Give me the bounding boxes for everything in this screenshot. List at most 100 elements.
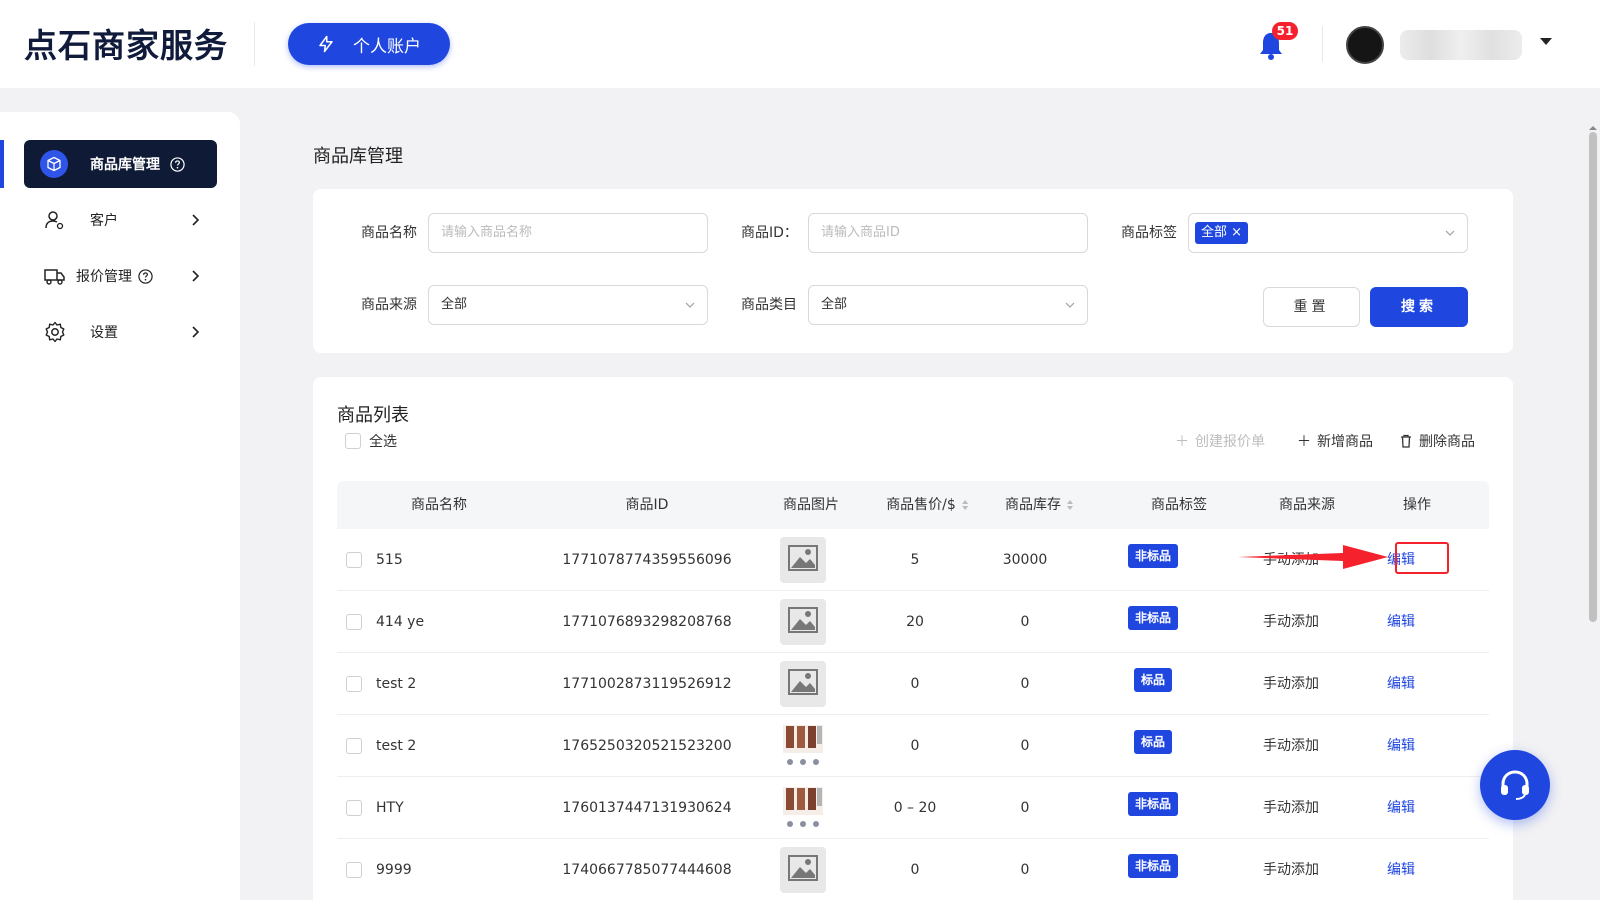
product-image[interactable] xyxy=(780,537,826,583)
chevron-down-icon[interactable] xyxy=(1540,38,1552,45)
product-photo xyxy=(780,725,826,773)
product-price: 0 – 20 xyxy=(893,800,937,816)
image-placeholder-icon xyxy=(788,855,818,885)
chevron-down-icon xyxy=(1065,302,1075,308)
page-title: 商品库管理 xyxy=(313,146,403,167)
top-header: 点石商家服务 个人账户 51 xyxy=(0,0,1600,88)
scroll-up-arrow[interactable] xyxy=(1589,126,1597,130)
select-all-checkbox[interactable] xyxy=(345,433,361,449)
product-category-value: 全部 xyxy=(821,297,848,312)
scrollbar-thumb[interactable] xyxy=(1589,132,1597,622)
sidebar-item-label: 设置 xyxy=(90,325,118,341)
logo[interactable]: 点石商家服务 xyxy=(24,24,228,68)
product-price: 5 xyxy=(910,552,920,568)
sidebar-item-product-library[interactable]: 商品库管理 xyxy=(24,140,217,188)
sidebar-item-settings[interactable]: 设置 xyxy=(24,312,217,352)
product-id-input[interactable]: 请输入商品ID xyxy=(808,213,1088,253)
edit-link[interactable]: 编辑 xyxy=(1387,653,1415,715)
reset-button[interactable]: 重置 xyxy=(1263,287,1360,327)
edit-link[interactable]: 编辑 xyxy=(1387,591,1415,653)
product-image[interactable] xyxy=(780,599,826,645)
row-checkbox[interactable] xyxy=(346,614,362,630)
chevron-right-icon xyxy=(192,270,199,282)
tag-all-chip[interactable]: 全部 × xyxy=(1195,222,1249,244)
gear-icon xyxy=(45,321,65,343)
user-name-blurred[interactable] xyxy=(1400,30,1522,60)
column-header-price[interactable]: 商品售价/$ xyxy=(886,481,968,529)
product-stock: 0 xyxy=(1020,676,1030,692)
sidebar-item-quotes[interactable]: 报价管理 xyxy=(24,256,217,296)
product-price: 0 xyxy=(910,862,920,878)
create-quote-label: 创建报价单 xyxy=(1195,434,1265,450)
product-tag-badge: 非标品 xyxy=(1127,544,1179,568)
table-row: test 2 1765250320521523200 0 0 标品 手动添加 编辑 xyxy=(337,715,1489,777)
product-name: test 2 xyxy=(376,676,417,692)
product-source: 手动添加 xyxy=(1263,800,1319,816)
chevron-down-icon xyxy=(1445,230,1455,236)
row-checkbox[interactable] xyxy=(346,552,362,568)
product-image[interactable] xyxy=(780,785,826,831)
product-name: 9999 xyxy=(376,862,412,878)
tag-all-label: 全部 xyxy=(1201,225,1228,240)
product-image[interactable] xyxy=(780,661,826,707)
column-header-stock[interactable]: 商品库存 xyxy=(1005,481,1073,529)
avatar[interactable] xyxy=(1346,26,1384,64)
box-icon xyxy=(40,150,68,178)
product-name: test 2 xyxy=(376,738,417,754)
product-photo xyxy=(780,787,826,835)
sort-icon[interactable] xyxy=(961,500,968,510)
product-image[interactable] xyxy=(780,847,826,893)
product-name-label: 商品名称 xyxy=(361,225,417,241)
product-source: 手动添加 xyxy=(1263,614,1319,630)
column-header-image: 商品图片 xyxy=(783,497,839,513)
edit-link[interactable]: 编辑 xyxy=(1387,839,1415,900)
header-divider xyxy=(254,22,255,66)
chevron-down-icon xyxy=(685,302,695,308)
product-id: 1771078774359556096 xyxy=(562,552,732,568)
product-stock: 30000 xyxy=(1002,552,1048,568)
sort-icon[interactable] xyxy=(1067,500,1073,510)
product-tag-badge: 标品 xyxy=(1133,668,1173,692)
row-checkbox[interactable] xyxy=(346,862,362,878)
column-header-tag: 商品标签 xyxy=(1151,497,1207,513)
create-quote-button[interactable]: ＋ 创建报价单 xyxy=(1175,431,1265,451)
sidebar-item-label: 报价管理 xyxy=(76,269,132,285)
product-image[interactable] xyxy=(780,723,826,769)
product-tag-select[interactable]: 全部 × xyxy=(1188,213,1468,253)
product-name: 515 xyxy=(376,552,403,568)
user-icon xyxy=(45,211,64,230)
image-placeholder-icon xyxy=(788,545,818,575)
delete-product-label: 删除商品 xyxy=(1419,434,1475,450)
column-header-action: 操作 xyxy=(1403,497,1431,513)
product-stock: 0 xyxy=(1020,738,1030,754)
row-checkbox[interactable] xyxy=(346,738,362,754)
product-id: 1760137447131930624 xyxy=(562,800,732,816)
product-category-select[interactable]: 全部 xyxy=(808,285,1088,325)
product-name-input[interactable]: 请输入商品名称 xyxy=(428,213,708,253)
delete-product-button[interactable]: 删除商品 xyxy=(1399,431,1475,451)
sidebar-item-customers[interactable]: 客户 xyxy=(24,200,217,240)
add-product-button[interactable]: ＋ 新增商品 xyxy=(1297,431,1373,451)
table-row: HTY 1760137447131930624 0 – 20 0 非标品 手动添加 编辑 xyxy=(337,777,1489,839)
product-name: HTY xyxy=(376,800,404,816)
customer-support-button[interactable] xyxy=(1480,750,1550,820)
help-icon[interactable] xyxy=(170,156,185,172)
product-id-label: 商品ID： xyxy=(741,225,798,241)
edit-link[interactable]: 编辑 xyxy=(1387,777,1415,839)
row-checkbox[interactable] xyxy=(346,800,362,816)
select-all[interactable]: 全选 xyxy=(345,431,397,451)
product-tag-label: 商品标签 xyxy=(1121,225,1177,241)
help-icon[interactable] xyxy=(138,268,153,284)
edit-link[interactable]: 编辑 xyxy=(1387,715,1415,777)
product-id: 1765250320521523200 xyxy=(562,738,732,754)
list-title: 商品列表 xyxy=(337,405,409,426)
personal-account-button[interactable]: 个人账户 xyxy=(288,23,450,65)
product-source-value: 全部 xyxy=(441,297,468,312)
table-header: 商品名称 商品ID 商品图片 商品售价/$ 商品库存 商品标签 商品来源 操作 xyxy=(337,481,1489,529)
product-stock: 0 xyxy=(1020,614,1030,630)
product-tag-badge: 非标品 xyxy=(1127,854,1179,878)
product-list-panel: 商品列表 全选 ＋ 创建报价单 ＋ 新增商品 删除商品 商品名称 商品ID 商品… xyxy=(313,377,1513,900)
product-source-select[interactable]: 全部 xyxy=(428,285,708,325)
search-button[interactable]: 搜索 xyxy=(1370,287,1468,327)
row-checkbox[interactable] xyxy=(346,676,362,692)
